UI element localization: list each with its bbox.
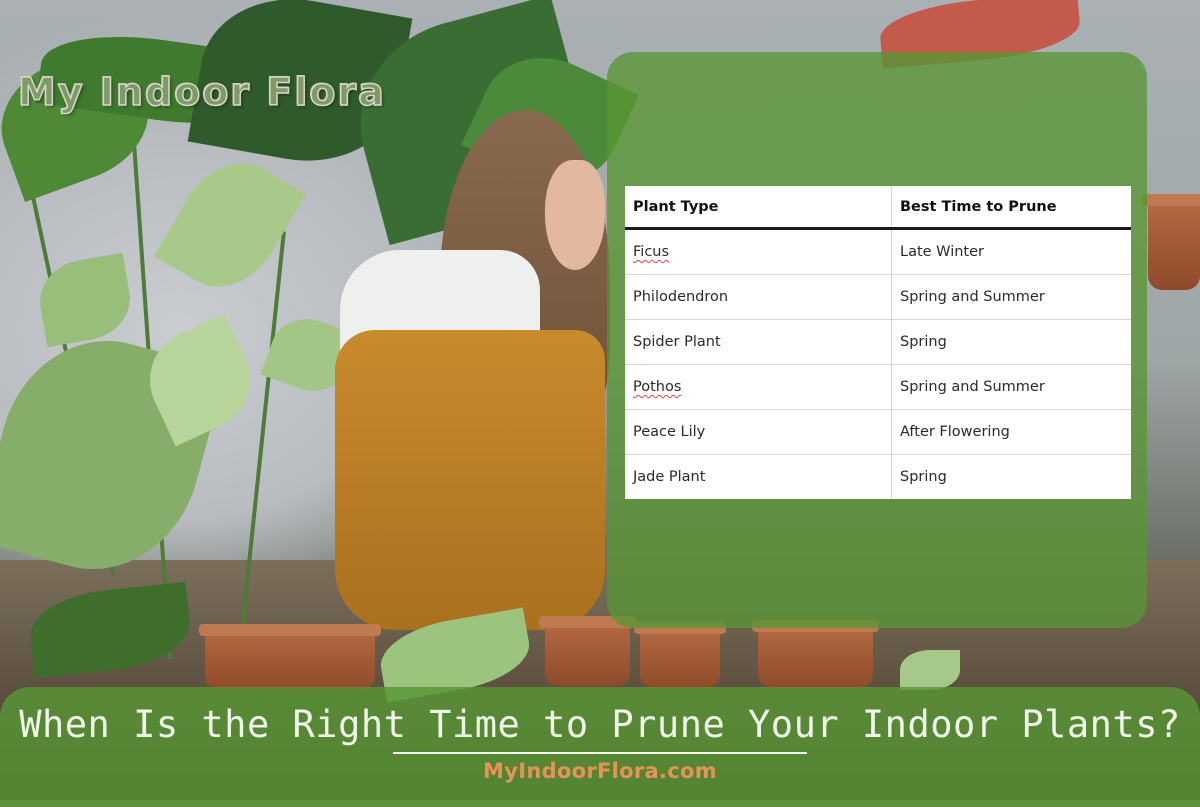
table-row: Pothos Spring and Summer [625,364,1131,410]
flower-pot [1142,194,1200,290]
table-row: Ficus Late Winter [625,228,1131,275]
title-divider [393,752,807,754]
person-overall [335,330,605,630]
article-title: When Is the Right Time to Prune Your Ind… [19,703,1181,746]
flower-pot [539,616,636,686]
table-header-row: Plant Type Best Time to Prune [625,186,1131,230]
cell-plant-type: Jade Plant [625,454,892,499]
table-row: Spider Plant Spring [625,319,1131,365]
column-header-plant-type: Plant Type [625,186,892,230]
cell-best-time: After Flowering [891,409,1131,455]
cell-plant-type: Ficus [625,228,892,275]
flower-pot [752,620,879,688]
cell-best-time: Spring and Summer [891,274,1131,320]
plant-name: Ficus [633,244,670,260]
plant-name: Pothos [633,379,682,395]
cell-best-time: Spring and Summer [891,364,1131,410]
pruning-schedule-table: Plant Type Best Time to Prune Ficus Late… [625,186,1131,499]
flower-pot [634,622,726,688]
column-header-best-time: Best Time to Prune [891,186,1131,230]
person-face [545,160,605,270]
cell-plant-type: Philodendron [625,274,892,320]
site-url: MyIndoorFlora.com [483,759,717,783]
flower-pot [199,624,381,690]
table-row: Jade Plant Spring [625,454,1131,499]
table-row: Philodendron Spring and Summer [625,274,1131,320]
cell-plant-type: Peace Lily [625,409,892,455]
cell-plant-type: Pothos [625,364,892,410]
table-row: Peace Lily After Flowering [625,409,1131,455]
cell-plant-type: Spider Plant [625,319,892,365]
cell-best-time: Spring [891,454,1131,499]
brand-logo: My Indoor Flora [17,69,386,115]
cell-best-time: Late Winter [900,244,984,260]
cell-best-time: Spring [891,319,1131,365]
leaf [900,650,960,690]
